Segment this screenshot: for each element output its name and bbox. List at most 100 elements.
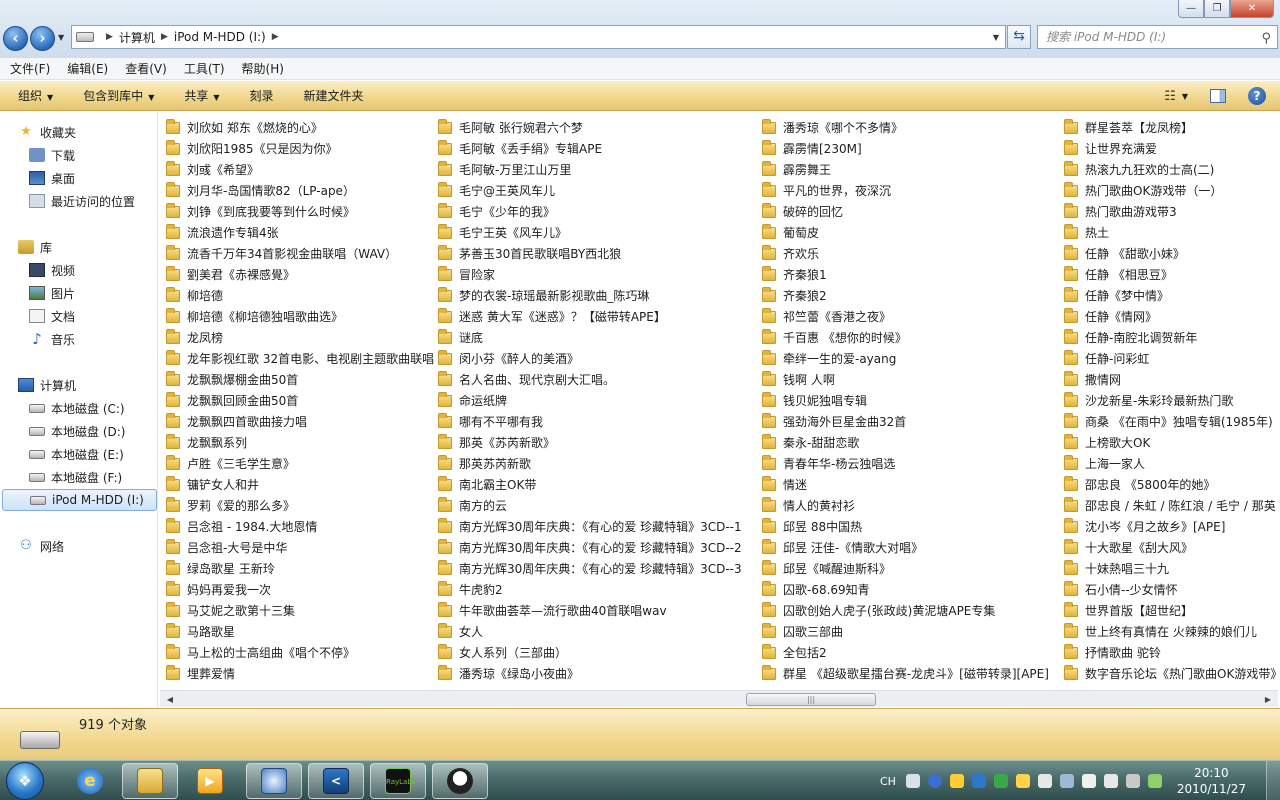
folder-item[interactable]: 热门歌曲OK游戏带（一） xyxy=(1064,180,1278,201)
back-button[interactable]: ‹ xyxy=(3,26,28,51)
taskbar-flashget[interactable]: < xyxy=(308,763,364,799)
folder-item[interactable]: 沙龙新星-朱彩玲最新热门歌 xyxy=(1064,390,1278,411)
folder-item[interactable]: 商桑 《在雨中》独唱专辑(1985年) xyxy=(1064,411,1278,432)
folder-item[interactable]: 流浪遗作专辑4张 xyxy=(166,222,434,243)
raylabs-tray-icon[interactable] xyxy=(993,774,1008,788)
menu-help[interactable]: 帮助(H) xyxy=(232,60,291,77)
taskbar-explorer[interactable] xyxy=(122,763,178,799)
folder-item[interactable]: 抒情歌曲 驼铃 xyxy=(1064,642,1278,663)
taskbar-media-player[interactable]: ▶ xyxy=(182,763,238,799)
folder-item[interactable]: 囚歌三部曲 xyxy=(762,621,1060,642)
folder-item[interactable]: 任静-问彩虹 xyxy=(1064,348,1278,369)
folder-item[interactable]: 齐欢乐 xyxy=(762,243,1060,264)
folder-item[interactable]: 马艾妮之歌第十三集 xyxy=(166,600,434,621)
folder-item[interactable]: 镛铲女人和井 xyxy=(166,474,434,495)
folder-item[interactable]: 秦永-甜甜恋歌 xyxy=(762,432,1060,453)
folder-item[interactable]: 邵忠良 《5800年的她》 xyxy=(1064,474,1278,495)
folder-item[interactable]: 钱贝妮独唱专辑 xyxy=(762,390,1060,411)
folder-item[interactable]: 龙飘飘回顾金曲50首 xyxy=(166,390,434,411)
address-bar[interactable]: ▶ 计算机 ▶ iPod M-HDD (I:) ▶ ▼ xyxy=(71,25,1006,49)
removable-drive-icon[interactable] xyxy=(1103,774,1118,788)
folder-item[interactable]: 世上终有真情在 火辣辣的娘们儿 xyxy=(1064,621,1278,642)
folder-item[interactable]: 南方光辉30周年庆典：《有心的爱 珍藏特辑》3CD--3 xyxy=(438,558,744,579)
folder-item[interactable]: 囚歌-68.69知青 xyxy=(762,579,1060,600)
chevron-right-icon[interactable]: ▶ xyxy=(272,32,279,42)
menu-edit[interactable]: 编辑(E) xyxy=(57,60,115,77)
folder-item[interactable]: 葡萄皮 xyxy=(762,222,1060,243)
taskbar-ie[interactable]: e xyxy=(62,763,118,799)
folder-item[interactable]: 强劲海外巨星金曲32首 xyxy=(762,411,1060,432)
maximize-button[interactable]: ❐ xyxy=(1204,0,1230,18)
folder-item[interactable]: 上榜歌大OK xyxy=(1064,432,1278,453)
close-button[interactable]: ✕ xyxy=(1230,0,1274,18)
search-icon[interactable]: ⚲ xyxy=(1261,28,1271,50)
qq-status-icon[interactable] xyxy=(1015,774,1030,788)
nav-computer[interactable]: 计算机 xyxy=(18,374,176,396)
folder-item[interactable]: 罗莉《爱的那么多》 xyxy=(166,495,434,516)
folder-item[interactable]: 毛阿敏 张行婉君六个梦 xyxy=(438,117,744,138)
address-dropdown[interactable]: ▼ xyxy=(993,33,999,42)
folder-item[interactable]: 谜底 xyxy=(438,327,744,348)
breadcrumb-computer[interactable]: 计算机 xyxy=(119,29,155,46)
folder-item[interactable]: 梦的衣裳-琼瑶最新影视歌曲_陈巧琳 xyxy=(438,285,744,306)
nav-favorites[interactable]: ★ 收藏夹 xyxy=(18,121,176,143)
flashget-icon[interactable] xyxy=(971,774,986,788)
view-dropdown-icon[interactable]: ▼ xyxy=(1182,92,1188,101)
chevron-right-icon[interactable]: ▶ xyxy=(161,32,168,42)
scroll-right-icon[interactable]: ▶ xyxy=(1260,692,1276,707)
folder-item[interactable]: 沈小岑《月之故乡》[APE] xyxy=(1064,516,1278,537)
folder-item[interactable]: 热土 xyxy=(1064,222,1278,243)
share-button[interactable]: 共享 ▼ xyxy=(166,87,231,104)
folder-item[interactable]: 卢胜《三毛学生意》 xyxy=(166,453,434,474)
folder-item[interactable]: 破碎的回忆 xyxy=(762,201,1060,222)
qq-icon[interactable] xyxy=(949,774,964,788)
folder-item[interactable]: 牛年歌曲荟萃—流行歌曲40首联唱wav xyxy=(438,600,744,621)
folder-item[interactable]: 刘彧《希望》 xyxy=(166,159,434,180)
folder-item[interactable]: 妈妈再爱我一次 xyxy=(166,579,434,600)
change-view-icon[interactable]: ☷ xyxy=(1164,89,1176,104)
folder-item[interactable]: 牵绊一生的爱-ayang xyxy=(762,348,1060,369)
taskbar-qq[interactable] xyxy=(432,763,488,799)
folder-item[interactable]: 南方的云 xyxy=(438,495,744,516)
folder-item[interactable]: 柳培德《柳培德独唱歌曲选》 xyxy=(166,306,434,327)
folder-item[interactable]: 千百惠 《想你的时候》 xyxy=(762,327,1060,348)
folder-item[interactable]: 齐秦狼2 xyxy=(762,285,1060,306)
folder-item[interactable]: 吕念祖 - 1984.大地恩情 xyxy=(166,516,434,537)
folder-item[interactable]: 热门歌曲游戏带3 xyxy=(1064,201,1278,222)
folder-item[interactable]: 牛虎豹2 xyxy=(438,579,744,600)
organize-button[interactable]: 组织 ▼ xyxy=(0,87,65,104)
taskbar-raylabs[interactable]: RayLabs xyxy=(370,763,426,799)
folder-item[interactable]: 那英苏芮新歌 xyxy=(438,453,744,474)
folder-item[interactable]: 女人系列（三部曲） xyxy=(438,642,744,663)
folder-item[interactable]: 平凡的世界，夜深沉 xyxy=(762,180,1060,201)
device-icon[interactable] xyxy=(1081,774,1096,788)
folder-item[interactable]: 石小倩--少女情怀 xyxy=(1064,579,1278,600)
folder-item[interactable]: 刘月华-岛国情歌82（LP-ape） xyxy=(166,180,434,201)
scroll-left-icon[interactable]: ◀ xyxy=(162,692,178,707)
taskbar-app[interactable] xyxy=(246,763,302,799)
folder-item[interactable]: 毛宁《少年的我》 xyxy=(438,201,744,222)
burn-button[interactable]: 刻录 xyxy=(232,87,286,104)
folder-item[interactable]: 邱昱 88中国热 xyxy=(762,516,1060,537)
folder-item[interactable]: 情人的黄衬衫 xyxy=(762,495,1060,516)
folder-item[interactable]: 群星荟萃【龙凤榜】 xyxy=(1064,117,1278,138)
folder-item[interactable]: 绿岛歌星 王新玲 xyxy=(166,558,434,579)
language-indicator[interactable]: CH xyxy=(880,775,896,788)
folder-item[interactable]: 钱啊 人啊 xyxy=(762,369,1060,390)
help-icon[interactable]: ? xyxy=(1248,87,1266,105)
folder-item[interactable]: 马路歌星 xyxy=(166,621,434,642)
folder-item[interactable]: 龙年影视红歌 32首电影、电视剧主题歌曲联唱 xyxy=(166,348,434,369)
show-desktop-button[interactable] xyxy=(1266,761,1280,800)
folder-item[interactable]: 任静 《甜歌小妹》 xyxy=(1064,243,1278,264)
new-folder-button[interactable]: 新建文件夹 xyxy=(286,87,376,104)
folder-item[interactable]: 毛宁@王英风车儿 xyxy=(438,180,744,201)
preview-pane-icon[interactable] xyxy=(1210,89,1226,103)
folder-item[interactable]: 囚歌创始人虎子(张政歧)黄泥塘APE专集 xyxy=(762,600,1060,621)
folder-item[interactable]: 毛阿敏-万里江山万里 xyxy=(438,159,744,180)
nav-drive-i[interactable]: iPod M-HDD (I:) xyxy=(2,489,157,511)
forward-button[interactable]: › xyxy=(30,26,55,51)
folder-item[interactable]: 祁竺蕾《香港之夜》 xyxy=(762,306,1060,327)
folder-item[interactable]: 邵忠良 / 朱虹 / 陈红浪 / 毛宁 / 那英 / xyxy=(1064,495,1278,516)
menu-file[interactable]: 文件(F) xyxy=(0,60,57,77)
folder-item[interactable]: 南北霸主OK带 xyxy=(438,474,744,495)
